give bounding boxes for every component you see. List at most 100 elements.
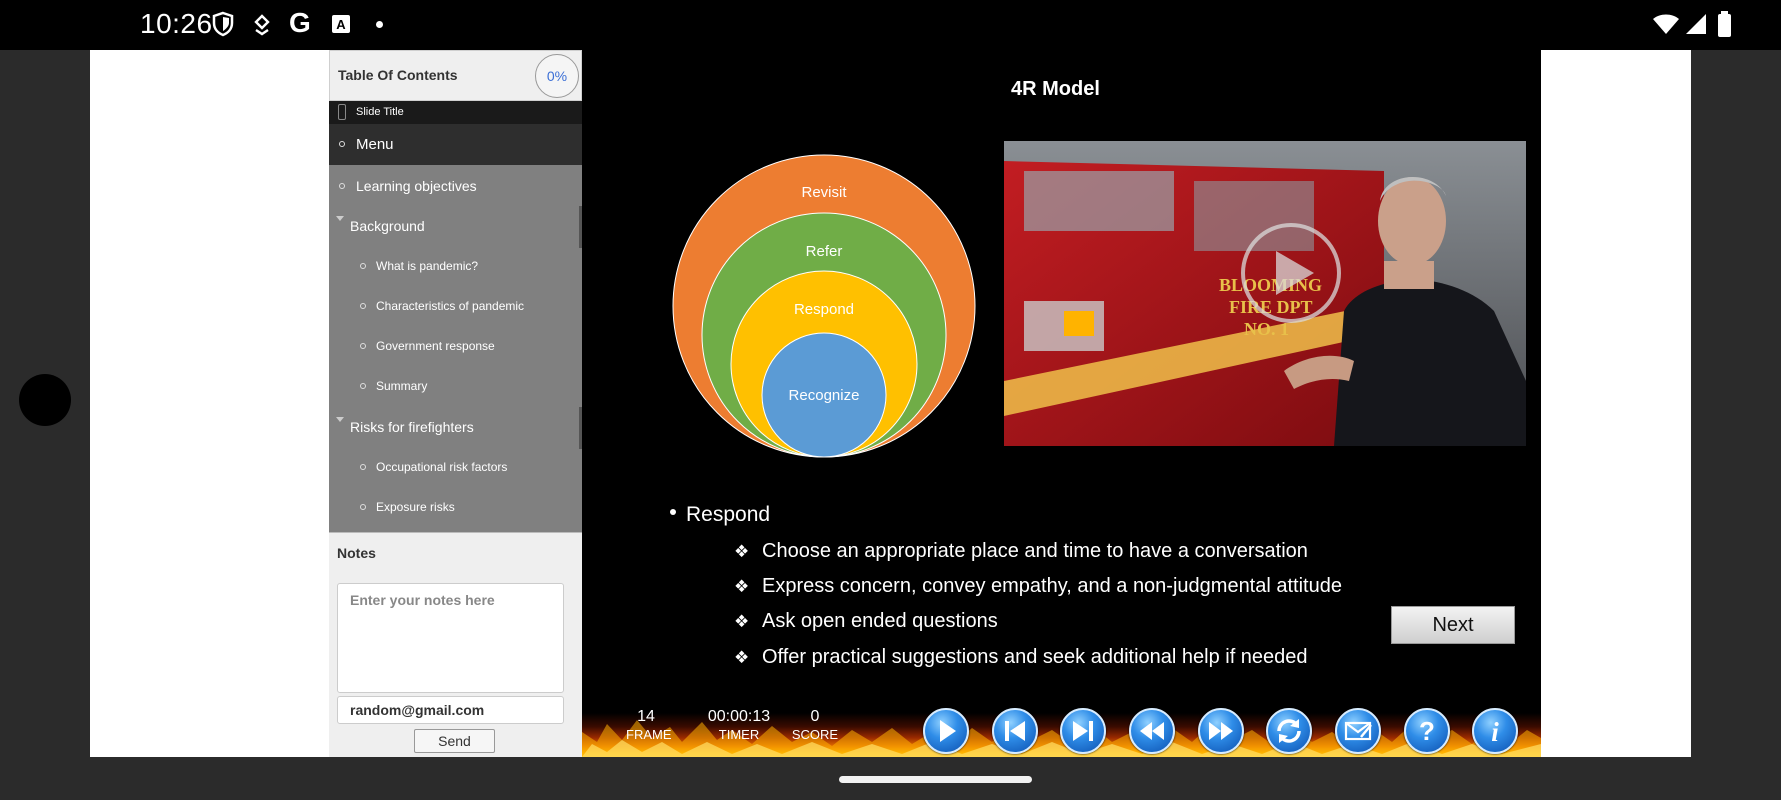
svg-text:?: ? xyxy=(1419,716,1435,746)
refresh-button[interactable] xyxy=(1266,708,1312,754)
bullet-main: Respond xyxy=(670,503,770,527)
truck-text-1: BLOOMING xyxy=(1219,275,1322,295)
video-player[interactable]: BLOOMING FIRE DPT NO. 1 xyxy=(1004,141,1526,446)
fast-forward-icon xyxy=(1209,722,1233,740)
sub-bullet: ❖ Offer practical suggestions and seek ad… xyxy=(734,646,1308,669)
toc-item-learning-objectives[interactable]: Learning objectives xyxy=(329,165,582,205)
info-icon: i xyxy=(1491,717,1499,747)
timer-label: TIMER xyxy=(718,727,760,742)
slide-title-label: Slide Title xyxy=(356,106,404,118)
play-button[interactable] xyxy=(923,708,969,754)
shield-icon xyxy=(212,11,234,37)
sub-bullet-text: Choose an appropriate place and time to … xyxy=(762,540,1308,562)
toc-item-government-response[interactable]: Government response xyxy=(329,325,582,365)
sub-bullet: ❖ Ask open ended questions xyxy=(734,610,998,633)
slide-title: 4R Model xyxy=(1011,78,1100,100)
video-thumbnail: BLOOMING FIRE DPT NO. 1 xyxy=(1004,141,1526,446)
player-control-bar: 14 FRAME 00:00:13 TIMER 0 SCORE ? i xyxy=(582,702,1541,757)
help-icon: ? xyxy=(1419,716,1435,746)
left-white-margin xyxy=(90,50,329,757)
a-box-icon: A xyxy=(332,15,350,33)
diamond-bullet-icon: ❖ xyxy=(734,612,750,631)
info-button[interactable]: i xyxy=(1472,708,1518,754)
bullet-dot-icon xyxy=(670,509,676,516)
bullet-icon xyxy=(360,383,366,389)
refresh-icon xyxy=(1277,719,1301,743)
wifi-icon xyxy=(1653,14,1679,34)
progress-indicator: 0% xyxy=(535,54,579,98)
notes-title: Notes xyxy=(337,545,376,561)
frame-label: FRAME xyxy=(626,727,672,742)
sub-bullet: ❖ Express concern, convey empathy, and a … xyxy=(734,575,1342,598)
bullet-icon xyxy=(339,141,345,147)
skip-start-button[interactable] xyxy=(992,708,1038,754)
svg-text:i: i xyxy=(1491,717,1499,747)
skip-end-button[interactable] xyxy=(1060,708,1106,754)
status-time: 10:26 xyxy=(140,8,213,39)
toc-item-background[interactable]: Background xyxy=(329,205,582,245)
bullet-icon xyxy=(360,504,366,510)
score-value: 0 xyxy=(810,708,820,725)
bullet-icon xyxy=(339,183,345,189)
signal-icon xyxy=(1686,14,1706,34)
bullet-main-text: Respond xyxy=(686,503,771,526)
expand-triangle-icon xyxy=(336,417,344,422)
rewind-icon xyxy=(1140,722,1164,740)
send-button[interactable]: Send xyxy=(414,729,495,753)
bullet-icon xyxy=(360,263,366,269)
diamond-bullet-icon: ❖ xyxy=(734,542,750,561)
notes-panel: Notes Send xyxy=(329,532,582,757)
slide-title-row: Slide Title xyxy=(329,101,582,124)
skip-end-icon xyxy=(1073,721,1093,741)
toc-item-label: Occupational risk factors xyxy=(376,460,508,474)
sub-bullet-text: Ask open ended questions xyxy=(762,610,998,632)
toc-item-summary[interactable]: Summary xyxy=(329,365,582,405)
label-respond: Respond xyxy=(794,301,854,318)
toc-header: Table Of Contents 0% xyxy=(329,50,582,101)
right-gutter xyxy=(1691,50,1781,757)
toc-item-label: Risks for firefighters xyxy=(350,419,474,435)
email-field[interactable] xyxy=(337,696,564,724)
app-screen: 10:26 G A Table Of Contents 0% Slide Tit… xyxy=(0,0,1781,800)
label-refer: Refer xyxy=(806,243,843,260)
notes-textarea[interactable] xyxy=(337,583,564,693)
timer-stat: 00:00:13 TIMER xyxy=(699,708,779,742)
toc-item-label: Menu xyxy=(356,136,394,153)
rewind-button[interactable] xyxy=(1129,708,1175,754)
score-label: SCORE xyxy=(791,727,839,742)
sub-bullet-text: Offer practical suggestions and seek add… xyxy=(762,646,1308,668)
label-revisit: Revisit xyxy=(801,184,847,201)
toc-item-exposure-risks[interactable]: Exposure risks xyxy=(329,486,582,526)
skip-start-icon xyxy=(1005,721,1025,741)
svg-text:A: A xyxy=(336,17,346,32)
sub-bullet-text: Express concern, convey empathy, and a n… xyxy=(762,575,1342,597)
toc-title: Table Of Contents xyxy=(338,67,458,83)
timer-value: 00:00:13 xyxy=(707,708,771,725)
four-r-diagram: Revisit Refer Respond Recognize xyxy=(672,154,976,458)
truck-text-2: FIRE DPT xyxy=(1229,297,1313,317)
toc-item-label: Summary xyxy=(376,379,428,393)
email-button[interactable] xyxy=(1335,708,1381,754)
expand-triangle-icon xyxy=(336,216,344,221)
toc-item-label: Exposure risks xyxy=(376,500,455,514)
frame-stat: 14 FRAME xyxy=(626,708,672,742)
floating-action-dot[interactable] xyxy=(19,374,71,426)
home-gesture-handle[interactable] xyxy=(839,776,1032,783)
toc-item-label: Background xyxy=(350,218,425,234)
dot-icon xyxy=(376,21,383,28)
frame-value: 14 xyxy=(637,708,655,725)
diamond-bullet-icon: ❖ xyxy=(734,648,750,667)
right-white-margin xyxy=(1541,50,1691,757)
help-button[interactable]: ? xyxy=(1404,708,1450,754)
toc-item-characteristics[interactable]: Characteristics of pandemic xyxy=(329,285,582,325)
sub-bullet: ❖ Choose an appropriate place and time to… xyxy=(734,540,1308,563)
toc-item-label: What is pandemic? xyxy=(376,259,479,273)
phone-icon xyxy=(338,104,346,120)
toc-item-occupational-risk-factors[interactable]: Occupational risk factors xyxy=(329,446,582,486)
fast-forward-button[interactable] xyxy=(1198,708,1244,754)
table-of-contents: Table Of Contents 0% Slide Title Menu Le… xyxy=(329,50,582,532)
toc-item-what-is-pandemic[interactable]: What is pandemic? xyxy=(329,245,582,285)
toc-item-menu[interactable]: Menu xyxy=(329,124,582,165)
toc-item-risks-for-firefighters[interactable]: Risks for firefighters xyxy=(329,406,582,446)
next-button[interactable]: Next xyxy=(1391,606,1515,644)
